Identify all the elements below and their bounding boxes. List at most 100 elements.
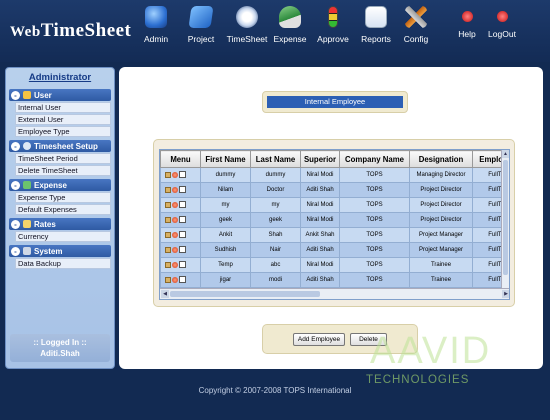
collapse-icon[interactable]: - [11, 246, 20, 256]
col-header-last-name[interactable]: Last Name [250, 150, 301, 168]
table-row[interactable]: Ankit Shah Ankit Shah TOPS Project Manager Fu… [160, 227, 509, 243]
select-checkbox[interactable] [179, 186, 186, 194]
table-row[interactable]: dummy dummy Niral Modi TOPS Managing Directo… [160, 167, 509, 183]
sidebar-group-expense[interactable]: - Expense [9, 179, 111, 191]
cell-superior: Niral Modi [300, 197, 340, 213]
scroll-up-icon[interactable]: ▲ [502, 150, 509, 158]
table-row[interactable]: Temp abc Niral Modi TOPS Trainee FullTi [160, 257, 509, 273]
cell-first-name: dummy [200, 167, 251, 183]
grid-vertical-scrollbar[interactable]: ▲ [501, 150, 509, 288]
sidebar-item-currency[interactable]: Currency [15, 231, 111, 242]
sidebar-group-label: Rates [34, 219, 56, 229]
cell-last-name: my [250, 197, 301, 213]
delete-icon[interactable] [172, 186, 178, 193]
edit-icon[interactable] [165, 276, 171, 283]
cell-last-name: geek [250, 212, 301, 228]
select-checkbox[interactable] [179, 201, 186, 209]
row-menu-cell [160, 197, 201, 213]
col-header-designation[interactable]: Designation [409, 150, 473, 168]
cell-company-name: TOPS [339, 227, 410, 243]
nav-logout[interactable]: LogOut [476, 6, 528, 39]
main-panel: Internal Employee Menu First Name Last N… [119, 67, 543, 369]
cell-superior: Aditi Shah [300, 242, 340, 258]
sidebar-item-timesheet-period[interactable]: TimeSheet Period [15, 153, 111, 164]
select-checkbox[interactable] [179, 261, 186, 269]
edit-icon[interactable] [165, 171, 171, 178]
project-icon [188, 6, 214, 28]
sidebar-item-data-backup[interactable]: Data Backup [15, 258, 111, 269]
collapse-icon[interactable]: - [11, 141, 20, 151]
edit-icon[interactable] [165, 246, 171, 253]
sidebar-group-timesheet-setup[interactable]: - Timesheet Setup [9, 140, 111, 152]
nav-config[interactable]: Config [390, 6, 442, 44]
cell-superior: Niral Modi [300, 257, 340, 273]
table-row[interactable]: Sudhish Nair Aditi Shah TOPS Project Manager… [160, 242, 509, 258]
cell-company-name: TOPS [339, 197, 410, 213]
col-header-menu[interactable]: Menu [160, 150, 201, 168]
table-row[interactable]: jigar modi Aditi Shah TOPS Trainee FullTi [160, 272, 509, 288]
logo-small-text: Web [10, 24, 41, 40]
edit-icon[interactable] [165, 261, 171, 268]
select-checkbox[interactable] [179, 276, 186, 284]
select-checkbox[interactable] [179, 231, 186, 239]
add-employee-button[interactable]: Add Employee [293, 333, 345, 346]
collapse-icon[interactable]: - [11, 180, 20, 190]
sidebar: Administrator - User Internal User Exter… [5, 67, 115, 369]
delete-icon[interactable] [172, 261, 178, 268]
cell-last-name: Doctor [250, 182, 301, 198]
top-header: WebTimeSheet Admin Project TimeSheet Exp… [0, 0, 550, 62]
select-checkbox[interactable] [179, 246, 186, 254]
scroll-thumb[interactable] [503, 160, 508, 275]
scroll-thumb[interactable] [170, 291, 320, 297]
edit-icon[interactable] [165, 186, 171, 193]
cell-designation: Trainee [409, 272, 473, 288]
sidebar-item-external-user[interactable]: External User [15, 114, 111, 125]
page-title-box: Internal Employee [262, 91, 408, 113]
delete-icon[interactable] [172, 231, 178, 238]
sidebar-item-employee-type[interactable]: Employee Type [15, 126, 111, 137]
sidebar-group-user[interactable]: - User [9, 89, 111, 101]
delete-icon[interactable] [172, 171, 178, 178]
delete-icon[interactable] [172, 246, 178, 253]
grid-horizontal-scrollbar[interactable]: ◀ ▶ [160, 288, 509, 299]
delete-icon[interactable] [172, 201, 178, 208]
cell-designation: Project Manager [409, 227, 473, 243]
sidebar-group-label: Timesheet Setup [34, 141, 98, 151]
system-icon [23, 247, 31, 255]
scroll-left-icon[interactable]: ◀ [161, 290, 169, 298]
scroll-right-icon[interactable]: ▶ [502, 290, 509, 298]
delete-icon[interactable] [172, 216, 178, 223]
delete-icon[interactable] [172, 276, 178, 283]
nav-project[interactable]: Project [175, 6, 227, 44]
cell-company-name: TOPS [339, 242, 410, 258]
sidebar-title[interactable]: Administrator [6, 68, 114, 86]
cell-last-name: dummy [250, 167, 301, 183]
cell-designation: Project Director [409, 212, 473, 228]
edit-icon[interactable] [165, 201, 171, 208]
sidebar-group-system[interactable]: - System [9, 245, 111, 257]
collapse-icon[interactable]: - [11, 219, 20, 229]
sidebar-item-delete-timesheet[interactable]: Delete TimeSheet [15, 165, 111, 176]
sidebar-item-internal-user[interactable]: Internal User [15, 102, 111, 113]
tools-icon [405, 6, 427, 28]
table-row[interactable]: Nilam Doctor Aditi Shah TOPS Project Directo… [160, 182, 509, 198]
col-header-company-name[interactable]: Company Name [339, 150, 410, 168]
watermark-brand: AAVID [370, 330, 492, 372]
select-checkbox[interactable] [179, 216, 186, 224]
table-row[interactable]: my my Niral Modi TOPS Project Director FullTi [160, 197, 509, 213]
sidebar-item-expense-type[interactable]: Expense Type [15, 192, 111, 203]
edit-icon[interactable] [165, 231, 171, 238]
col-header-first-name[interactable]: First Name [200, 150, 251, 168]
cell-superior: Niral Modi [300, 212, 340, 228]
cell-company-name: TOPS [339, 257, 410, 273]
cell-superior: Aditi Shah [300, 272, 340, 288]
row-menu-cell [160, 167, 201, 183]
edit-icon[interactable] [165, 216, 171, 223]
sidebar-group-rates[interactable]: - Rates [9, 218, 111, 230]
sidebar-group-label: System [34, 246, 63, 256]
col-header-superior[interactable]: Superior [300, 150, 340, 168]
table-row[interactable]: geek geek Niral Modi TOPS Project Director Fu… [160, 212, 509, 228]
collapse-icon[interactable]: - [11, 90, 20, 100]
select-checkbox[interactable] [179, 171, 186, 179]
sidebar-item-default-expenses[interactable]: Default Expenses [15, 204, 111, 215]
